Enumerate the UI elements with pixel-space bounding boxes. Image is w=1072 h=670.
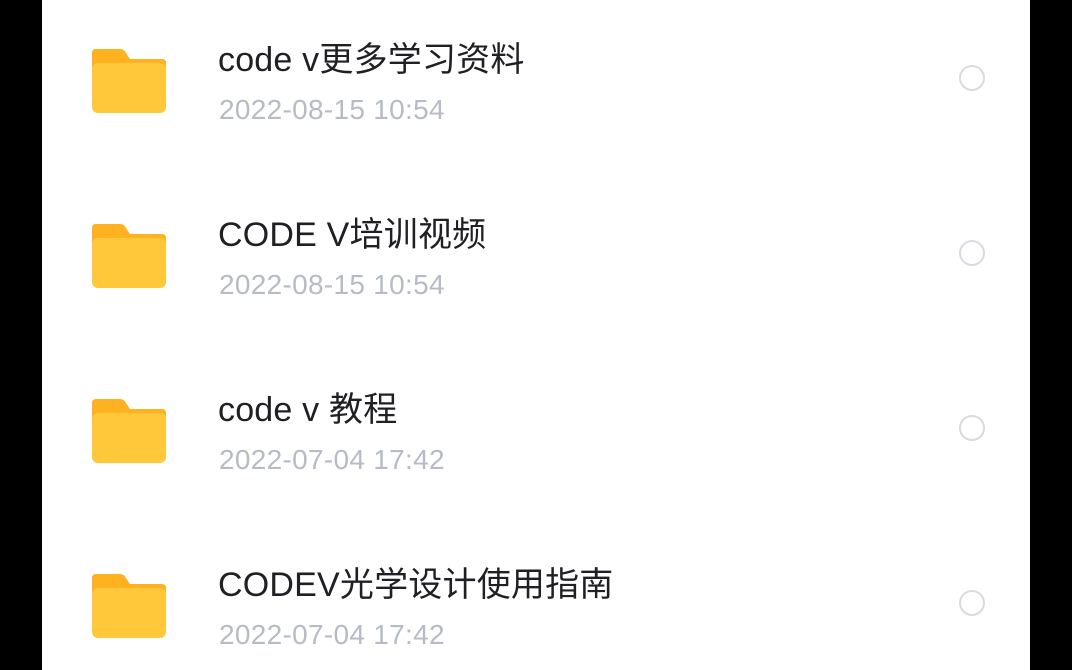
list-item[interactable]: CODE V培训视频 2022-08-15 10:54 (42, 167, 1030, 342)
file-name: code v 教程 (218, 391, 398, 429)
select-radio[interactable] (959, 65, 985, 91)
file-modified-date: 2022-08-15 10:54 (219, 94, 445, 125)
list-item[interactable]: code v更多学习资料 2022-08-15 10:54 (42, 0, 1030, 167)
folder-icon (90, 572, 168, 640)
file-modified-date: 2022-07-04 17:42 (219, 444, 445, 475)
file-name: CODEV光学设计使用指南 (218, 566, 614, 604)
list-item[interactable]: code v 教程 2022-07-04 17:42 (42, 342, 1030, 517)
file-name: code v更多学习资料 (218, 41, 525, 79)
file-browser-screen: code v更多学习资料 2022-08-15 10:54 CODE V培训视频… (42, 0, 1030, 670)
file-modified-date: 2022-07-04 17:42 (219, 619, 445, 650)
folder-icon (90, 47, 168, 115)
folder-icon (90, 222, 168, 290)
select-radio[interactable] (959, 415, 985, 441)
file-name: CODE V培训视频 (218, 216, 487, 254)
select-radio[interactable] (959, 590, 985, 616)
select-radio[interactable] (959, 240, 985, 266)
list-item[interactable]: CODEV光学设计使用指南 2022-07-04 17:42 (42, 517, 1030, 670)
folder-icon (90, 397, 168, 465)
file-modified-date: 2022-08-15 10:54 (219, 269, 445, 300)
